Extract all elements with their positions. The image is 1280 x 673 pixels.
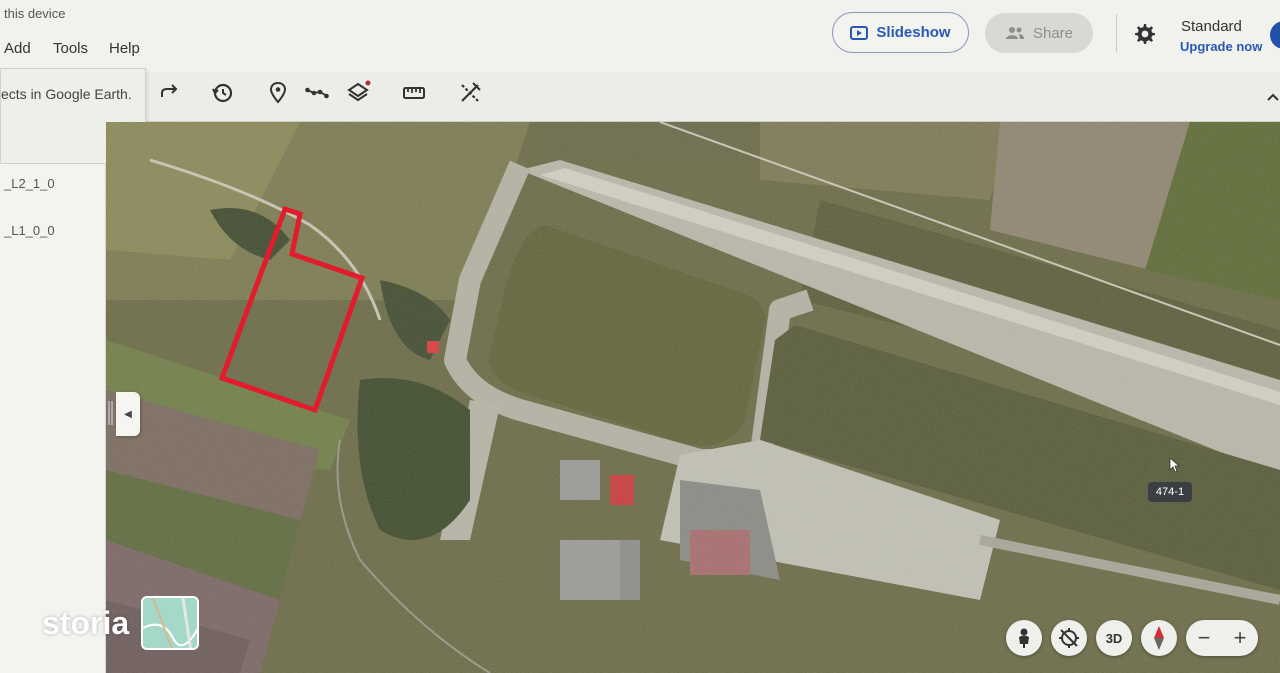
tools-icon[interactable] — [457, 80, 483, 106]
map-thumbnail-icon — [143, 598, 197, 648]
resize-grip[interactable] — [108, 401, 113, 425]
storia-logo-tile — [141, 596, 199, 650]
device-text: this device — [4, 6, 66, 21]
gear-icon[interactable] — [1132, 22, 1156, 46]
tooltip-text: ects in Google Earth. — [1, 86, 132, 102]
3d-label: 3D — [1105, 630, 1123, 646]
menu-help[interactable]: Help — [109, 40, 140, 57]
path-icon[interactable] — [304, 80, 330, 106]
top-bar: this device Add Tools Help Slideshow Sha… — [0, 0, 1280, 72]
slideshow-button[interactable]: Slideshow — [832, 12, 969, 53]
zoom-out-button[interactable]: − — [1198, 625, 1211, 651]
people-icon — [1005, 27, 1024, 39]
3d-toggle-button[interactable]: 3D — [1096, 620, 1132, 656]
layer-item[interactable]: _L1_0_0 — [4, 223, 55, 238]
slideshow-label: Slideshow — [876, 24, 951, 41]
pegman-button[interactable] — [1006, 620, 1042, 656]
zoom-control: − + — [1186, 620, 1258, 656]
compass-reset-icon — [1059, 628, 1079, 648]
chevron-left-icon: ◀ — [124, 408, 132, 420]
upgrade-link[interactable]: Upgrade now — [1180, 39, 1262, 54]
reset-view-button[interactable] — [1051, 620, 1087, 656]
menu-tools[interactable]: Tools — [53, 40, 88, 57]
share-button[interactable]: Share — [985, 13, 1093, 53]
history-icon[interactable] — [210, 80, 236, 106]
play-icon — [850, 25, 869, 40]
map-imagery — [106, 122, 1280, 673]
collapse-panel-button[interactable]: ◀ — [116, 392, 140, 436]
cursor-icon — [1169, 457, 1181, 473]
measure-icon[interactable] — [401, 80, 427, 106]
placemark-icon[interactable] — [265, 80, 291, 106]
zoom-in-button[interactable]: + — [1234, 625, 1247, 651]
map-label-tag: 474-1 — [1148, 482, 1192, 502]
menu-add[interactable]: Add — [4, 40, 31, 57]
pegman-icon — [1019, 628, 1029, 648]
side-panel: _L2_1_0 _L1_0_0 — [0, 164, 106, 673]
layer-item[interactable]: _L2_1_0 — [4, 176, 55, 191]
compass-button[interactable] — [1141, 620, 1177, 656]
plan-title: Standard — [1181, 18, 1242, 35]
map-label-text: 474-1 — [1155, 486, 1185, 498]
storia-watermark: storia — [42, 605, 130, 641]
chevron-up-icon[interactable] — [1266, 92, 1280, 102]
divider — [1116, 14, 1117, 52]
share-label: Share — [1032, 24, 1074, 42]
avatar[interactable] — [1270, 21, 1280, 49]
compass-icon — [1154, 626, 1164, 650]
satellite-map[interactable] — [106, 122, 1280, 673]
redo-icon[interactable] — [156, 80, 182, 106]
layers-icon[interactable] — [345, 80, 371, 106]
toolbar — [0, 72, 1280, 122]
